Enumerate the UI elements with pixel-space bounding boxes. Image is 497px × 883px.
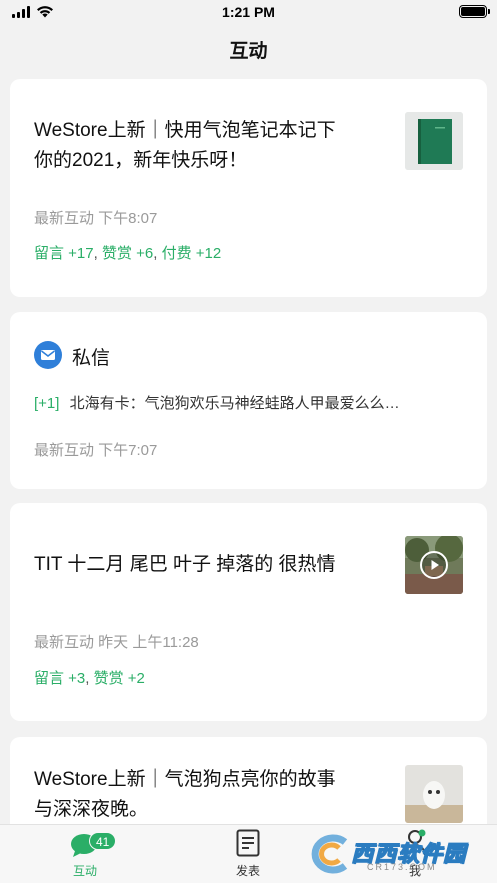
article-title: WeStore上新｜快用气泡笔记本记下 你的2021，新年快乐呀！ (34, 120, 336, 171)
stat-comments[interactable]: 留言 +17 (34, 245, 94, 262)
latest-interaction-time: 最新互动 下午8:07 (34, 210, 158, 227)
message-count-badge: [+1] (34, 395, 60, 412)
interaction-card-video[interactable]: TIT 十二月 尾巴 叶子 掉落的 很热情 最新互动 昨天 上午11:28 留言… (10, 503, 487, 721)
play-icon[interactable] (420, 551, 448, 579)
interaction-card-article[interactable]: WeStore上新｜快用气泡笔记本记下 你的2021，新年快乐呀！ 最新互动 下… (10, 79, 487, 297)
tab-badge: 41 (89, 832, 117, 850)
tab-interactions[interactable]: 41 互动 (25, 825, 145, 883)
private-message-heading: 私信 (72, 348, 111, 369)
video-thumbnail (405, 536, 463, 594)
page-title: 互动 (229, 41, 268, 62)
article-thumbnail (405, 112, 463, 170)
battery-icon (459, 5, 490, 18)
watermark-subtext: CR173.COM (367, 862, 437, 872)
interaction-stats: 留言 +3, 赞赏 +2 (34, 670, 145, 687)
stat-payments[interactable]: 付费 +12 (162, 245, 222, 262)
stat-rewards[interactable]: 赞赏 +2 (94, 670, 145, 687)
watermark-logo-icon (311, 834, 348, 874)
private-message-card[interactable]: 私信 [+1] 北海有卡：气泡狗欢乐马神经蛙路人甲最爱么么… 最新互动 下午7:… (10, 312, 487, 489)
article-thumbnail (405, 765, 463, 823)
message-preview: [+1] 北海有卡：气泡狗欢乐马神经蛙路人甲最爱么么… (34, 392, 400, 413)
video-title: TIT 十二月 尾巴 叶子 掉落的 很热情 (34, 554, 336, 575)
status-bar: 1:21 PM (0, 0, 497, 24)
tab-label: 互动 (72, 864, 97, 878)
document-icon (236, 829, 260, 857)
cellular-signal-icon (12, 6, 30, 18)
message-text: 北海有卡：气泡狗欢乐马神经蛙路人甲最爱么么… (69, 395, 400, 412)
stat-rewards[interactable]: 赞赏 +6 (102, 245, 153, 262)
article-title: WeStore上新｜气泡狗点亮你的故事 与深深夜晚。 (34, 769, 336, 820)
status-time: 1:21 PM (222, 4, 275, 20)
mail-icon (34, 341, 62, 369)
tab-label: 发表 (235, 864, 260, 878)
signal-wifi-group (12, 5, 54, 18)
wifi-icon (37, 6, 53, 18)
latest-interaction-time: 最新互动 下午7:07 (34, 442, 158, 459)
site-watermark: 西西软件园 CR173.COM (305, 832, 489, 876)
tab-publish[interactable]: 发表 (188, 825, 308, 883)
latest-interaction-time: 最新互动 昨天 上午11:28 (34, 634, 199, 651)
interaction-stats: 留言 +17, 赞赏 +6, 付费 +12 (34, 245, 222, 262)
stat-comments[interactable]: 留言 +3 (34, 670, 85, 687)
